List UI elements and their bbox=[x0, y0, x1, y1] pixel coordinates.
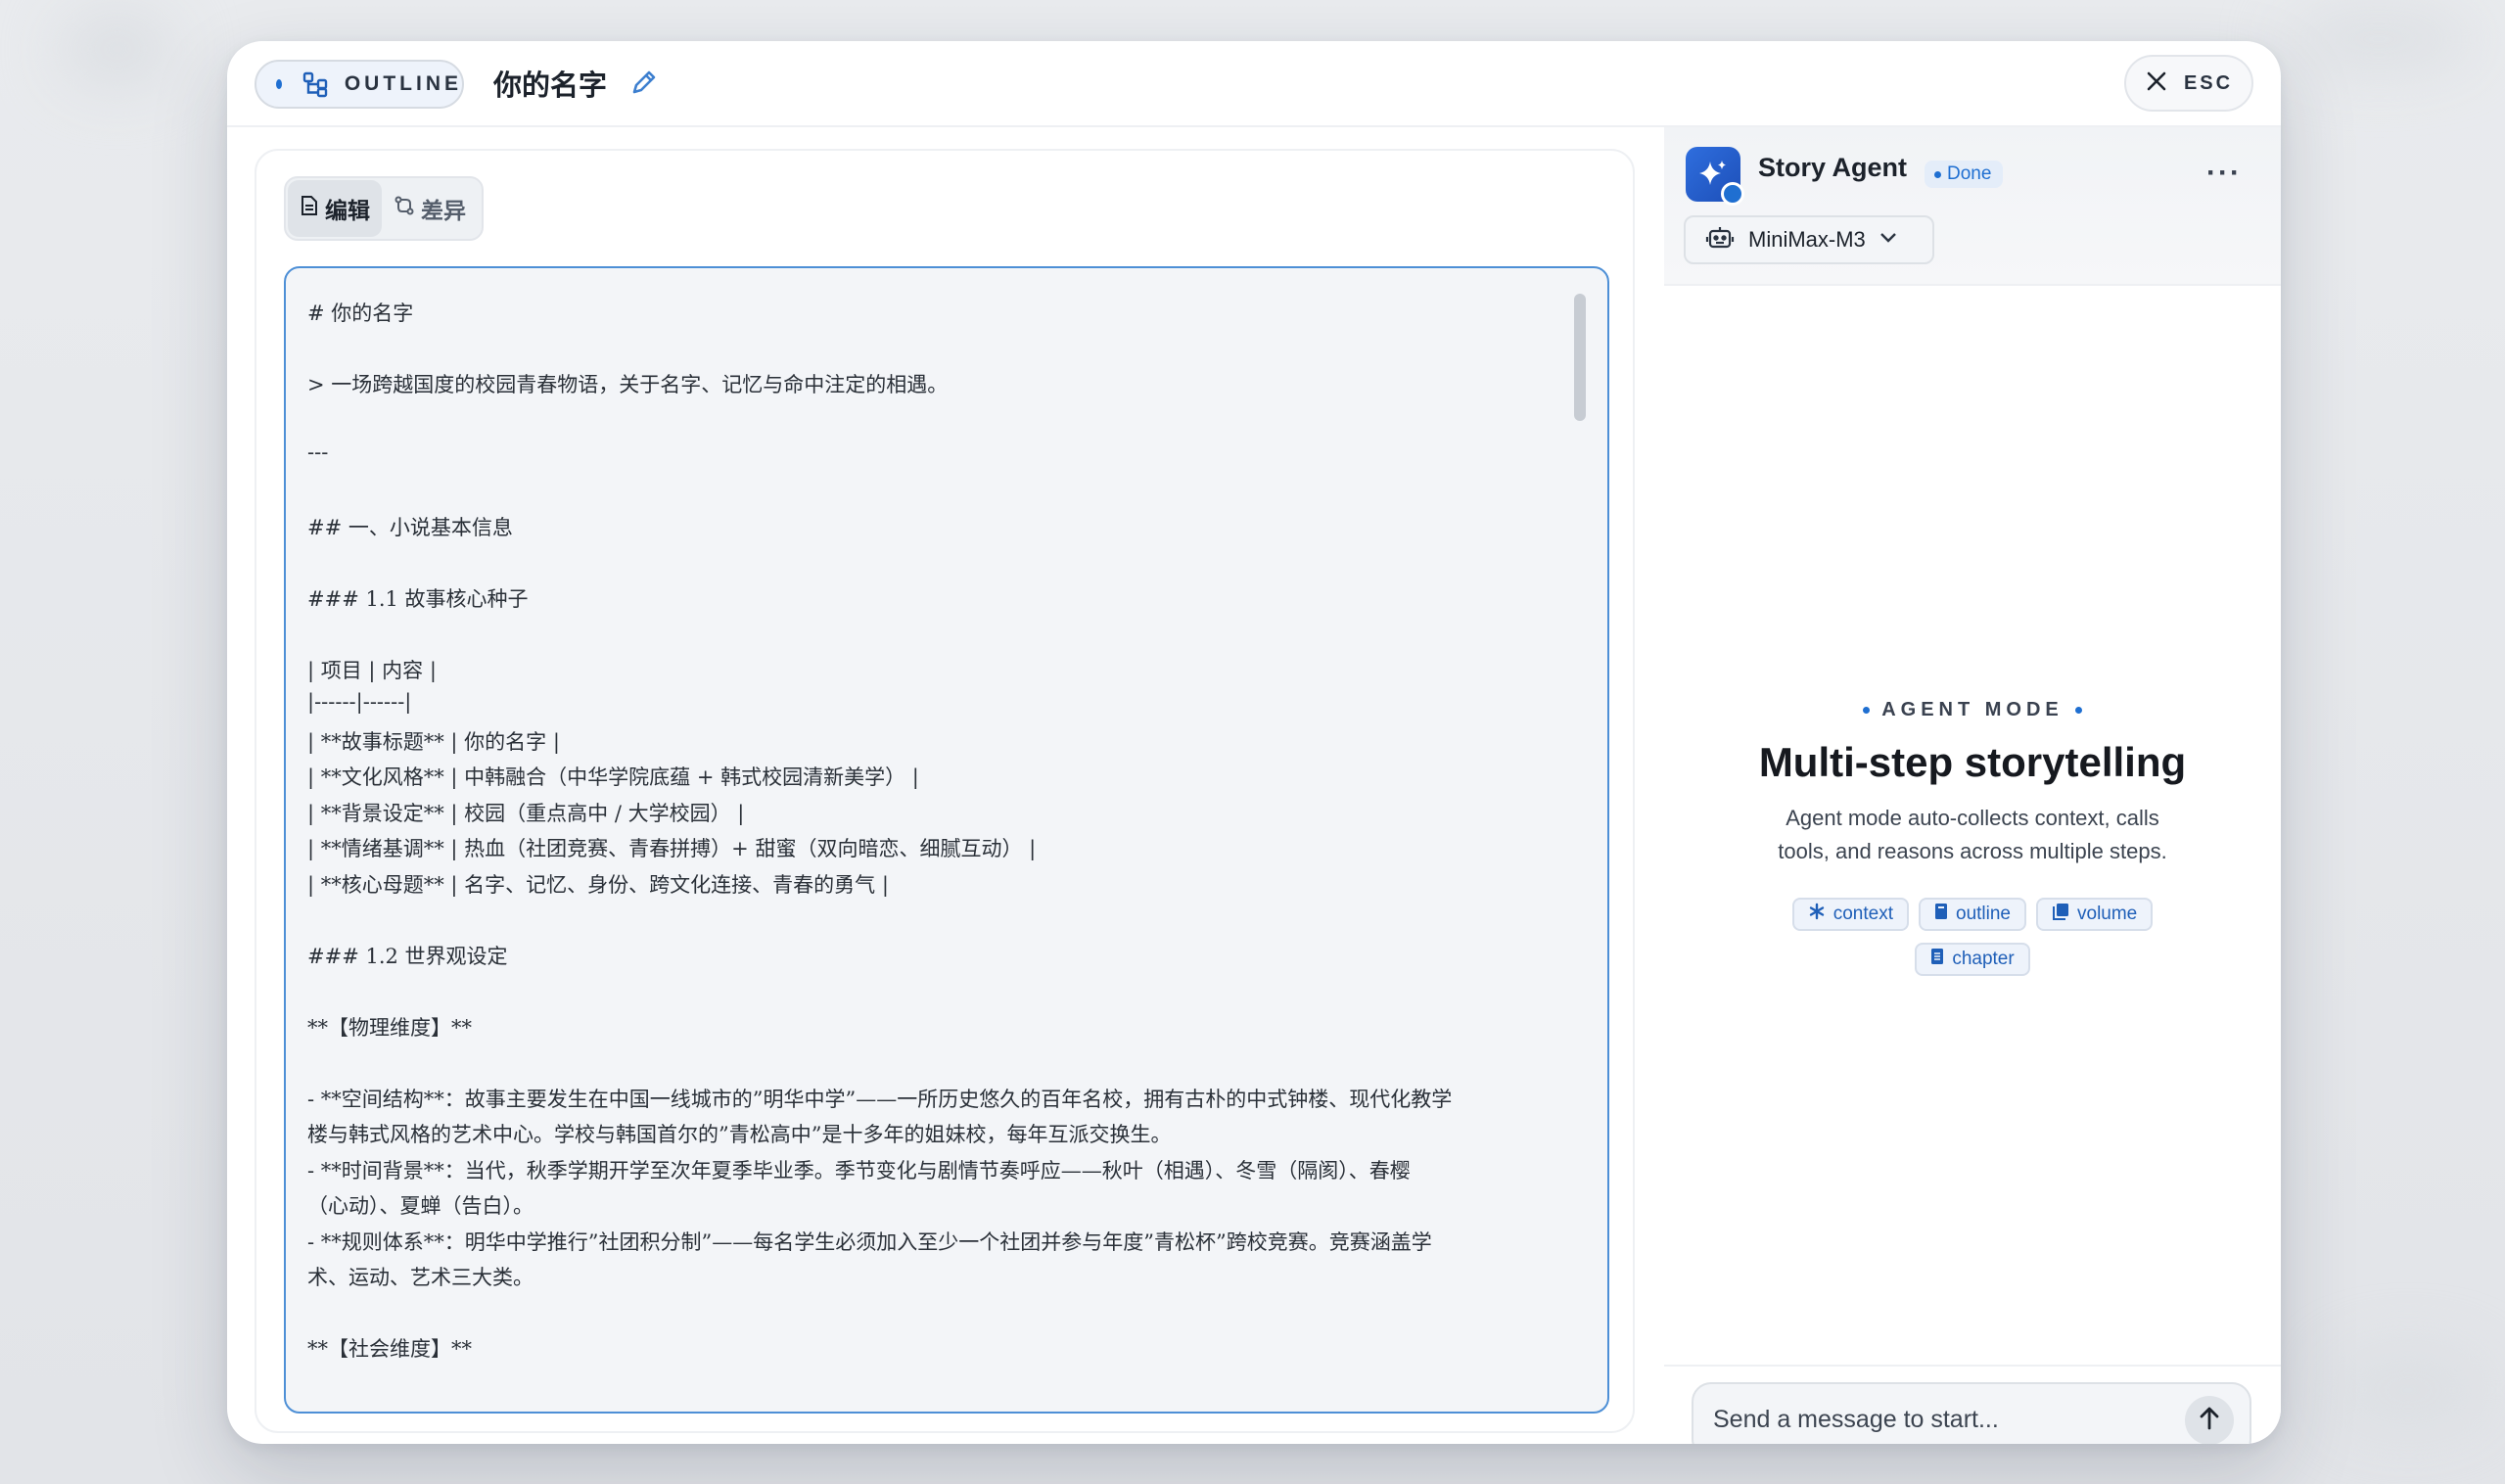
editor-line: **【物理维度】** bbox=[307, 1016, 472, 1040]
editor-line: ## 一、小说基本信息 bbox=[307, 516, 513, 539]
send-button[interactable] bbox=[2185, 1396, 2234, 1444]
esc-label: ESC bbox=[2183, 71, 2234, 94]
close-icon bbox=[2145, 70, 2168, 98]
agent-mode-description: Agent mode auto-collects context, calls … bbox=[1778, 806, 2167, 863]
agent-name: Story Agent bbox=[1758, 153, 1908, 182]
editor-line: ### 1.1 故事核心种子 bbox=[307, 587, 529, 611]
editor-line: | **情绪基调** | 热血（社团竞赛、青春拼搏）+ 甜蜜（双向暗恋、细腻互动… bbox=[307, 837, 1037, 860]
agent-online-dot bbox=[1721, 182, 1744, 206]
book-icon bbox=[1934, 903, 1948, 926]
asterisk-icon bbox=[1808, 903, 1826, 926]
message-input[interactable]: Send a message to start... bbox=[1713, 1406, 1999, 1434]
editor-line: - **规则体系**：明华中学推行”社团积分制”——每名学生必须加入至少一个社团… bbox=[307, 1230, 1432, 1254]
markdown-editor[interactable]: # 你的名字 > 一场跨越国度的校园青春物语，关于名字、记忆与命中注定的相遇。 … bbox=[284, 266, 1609, 1414]
outline-label: OUTLINE bbox=[344, 72, 462, 95]
agent-empty-state: AGENT MODE Multi-step storytelling Agent… bbox=[1664, 699, 2281, 976]
more-options-icon[interactable]: ··· bbox=[2206, 157, 2242, 190]
chip-chapter[interactable]: chapter bbox=[1915, 943, 2030, 976]
tree-structure-icon bbox=[302, 70, 329, 99]
agent-mode-label: AGENT MODE bbox=[1664, 699, 2281, 721]
editor-line: **【社会维度】** bbox=[307, 1337, 472, 1361]
arrow-up-icon bbox=[2198, 1406, 2221, 1436]
editor-scrollbar[interactable] bbox=[1574, 294, 1586, 421]
page-title: 你的名字 bbox=[493, 70, 608, 102]
composer-divider bbox=[1664, 1365, 2281, 1367]
editor-line: | **背景设定** | 校园（重点高中 / 大学校园） | bbox=[307, 802, 745, 825]
modal-header: OUTLINE 你的名字 ESC bbox=[227, 41, 2281, 127]
tool-chips: context outline volume chapter bbox=[1777, 898, 2168, 976]
esc-close-button[interactable]: ESC bbox=[2124, 55, 2253, 112]
status-badge: Done bbox=[1925, 161, 2004, 188]
outline-modal: OUTLINE 你的名字 ESC 编辑 差异 # 你的名字 > 一场跨越国度的校… bbox=[227, 41, 2281, 1444]
page-icon bbox=[1930, 948, 1944, 971]
tab-diff[interactable]: 差异 bbox=[382, 180, 478, 237]
status-dot bbox=[276, 79, 282, 89]
agent-mode-title: Multi-step storytelling bbox=[1758, 739, 2187, 785]
pencil-icon[interactable] bbox=[628, 67, 660, 98]
agent-panel: Story Agent Done ··· MiniMax-M3 AGENT MO… bbox=[1664, 127, 2281, 1444]
editor-card: 编辑 差异 # 你的名字 > 一场跨越国度的校园青春物语，关于名字、记忆与命中注… bbox=[255, 149, 1635, 1433]
books-icon bbox=[2052, 903, 2069, 926]
chevron-down-icon bbox=[1879, 231, 1897, 249]
outline-badge[interactable]: OUTLINE bbox=[255, 60, 464, 109]
editor-line: | 项目 | 内容 | bbox=[307, 659, 437, 682]
model-select[interactable]: MiniMax-M3 bbox=[1684, 215, 1934, 264]
sparkles-icon bbox=[1686, 147, 1744, 206]
editor-line: > 一场跨越国度的校园青春物语，关于名字、记忆与命中注定的相遇。 bbox=[307, 373, 949, 396]
editor-line: 楼与韩式风格的艺术中心。学校与韩国首尔的”青松高中”是十多年的姐妹校，每年互派交… bbox=[307, 1123, 1172, 1146]
tab-edit-label: 编辑 bbox=[325, 198, 370, 223]
editor-line: # 你的名字 bbox=[307, 301, 414, 325]
git-compare-icon bbox=[394, 195, 415, 222]
tab-edit[interactable]: 编辑 bbox=[288, 180, 382, 237]
chip-context[interactable]: context bbox=[1791, 898, 1909, 931]
agent-header: Story Agent Done ··· MiniMax-M3 bbox=[1664, 127, 2281, 286]
editor-line: | **文化风格** | 中韩融合（中华学院底蕴 + 韩式校园清新美学） | bbox=[307, 765, 919, 789]
editor-line: （心动）、夏蝉（告白）。 bbox=[307, 1194, 533, 1218]
editor-line: ### 1.2 世界观设定 bbox=[307, 945, 508, 968]
editor-line: |------|------| bbox=[307, 690, 412, 714]
editor-line: | **故事标题** | 你的名字 | bbox=[307, 730, 560, 754]
document-icon bbox=[300, 195, 319, 222]
robot-icon bbox=[1705, 224, 1735, 256]
tab-diff-label: 差异 bbox=[421, 198, 466, 223]
editor-line: | **核心母题** | 名字、记忆、身份、跨文化连接、青春的勇气 | bbox=[307, 873, 889, 897]
editor-line: - **时间背景**：当代，秋季学期开学至次年夏季毕业季。季节变化与剧情节奏呼应… bbox=[307, 1159, 1411, 1183]
editor-line: 术、运动、艺术三大类。 bbox=[307, 1266, 533, 1289]
message-composer[interactable]: Send a message to start... bbox=[1692, 1382, 2251, 1444]
editor-tabs: 编辑 差异 bbox=[284, 176, 484, 241]
editor-line: - **空间结构**：故事主要发生在中国一线城市的”明华中学”——一所历史悠久的… bbox=[307, 1088, 1453, 1111]
model-name: MiniMax-M3 bbox=[1748, 227, 1866, 252]
chip-outline[interactable]: outline bbox=[1919, 898, 2026, 931]
chip-volume[interactable]: volume bbox=[2036, 898, 2154, 931]
editor-line: --- bbox=[307, 441, 329, 464]
